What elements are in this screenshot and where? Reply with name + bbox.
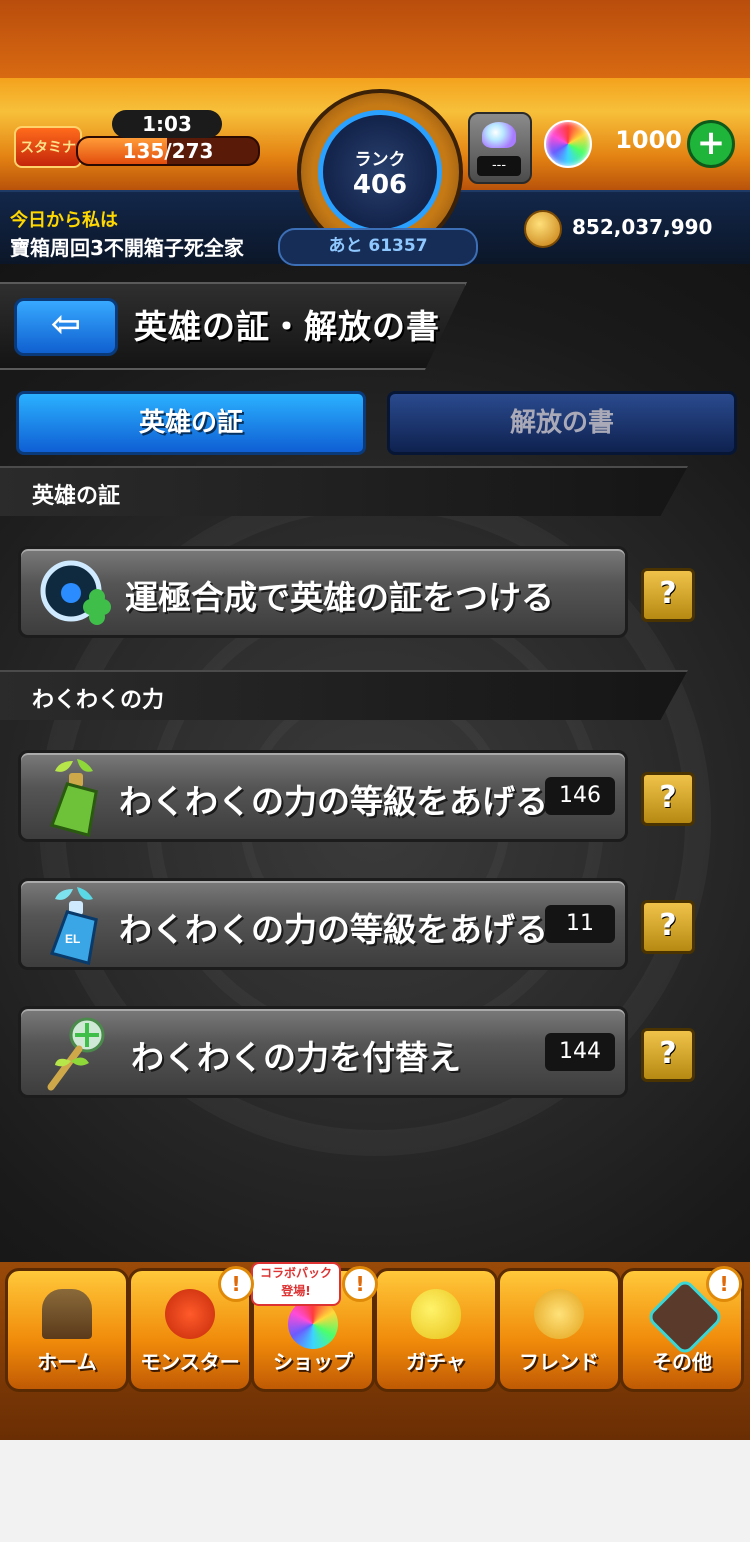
item-count: 146	[545, 777, 615, 815]
gacha-egg-icon	[411, 1289, 461, 1339]
back-button[interactable]: ⇦	[14, 298, 118, 356]
sprout-wand-icon	[47, 1017, 105, 1091]
menu-label: 運極合成で英雄の証をつける	[125, 578, 554, 617]
stamina-icon: スタミナ	[14, 126, 82, 168]
menu-label: わくわくの力を付替え	[131, 1038, 461, 1077]
collab-badge-line1: コラボパック	[259, 1266, 332, 1280]
page-title: 英雄の証・解放の書	[134, 307, 440, 346]
help-button[interactable]: ?	[641, 1028, 695, 1082]
nickname-prefix: 今日から私は	[10, 210, 118, 231]
collab-pack-badge: コラボパック 登場!	[251, 1262, 341, 1306]
next-rank-exp: あと 61357	[278, 228, 478, 266]
el-blue-bottle-icon: EL	[49, 887, 98, 965]
badge-slot-value: ---	[477, 156, 521, 176]
menu-raise-waku-grade-el[interactable]: EL わくわくの力の等級をあげる 11	[18, 878, 628, 970]
green-bottle-icon	[49, 759, 98, 837]
status-header: スタミナ 135/273 1:03 ランク 406 あと 61357 --- 1…	[0, 0, 750, 266]
nav-home[interactable]: ホーム	[5, 1268, 129, 1392]
add-orb-button[interactable]: +	[687, 120, 735, 168]
nav-label: ホーム	[37, 1350, 97, 1374]
rank-dial: ランク 406	[318, 110, 442, 234]
menu-attach-hero-proof[interactable]: 運極合成で英雄の証をつける	[18, 546, 628, 638]
nav-label: モンスター	[140, 1350, 240, 1374]
header-top-strip	[0, 0, 750, 78]
tab-release-book[interactable]: 解放の書	[387, 391, 737, 455]
rank-value: 406	[352, 169, 408, 200]
collab-badge-line2: 登場!	[281, 1284, 311, 1298]
notice-icon: !	[218, 1266, 254, 1302]
rank-label: ランク	[354, 149, 406, 170]
badge-gem-slot[interactable]: ---	[468, 112, 532, 184]
tab-hero-proof[interactable]: 英雄の証	[16, 391, 366, 455]
section-title: 英雄の証	[32, 484, 121, 509]
stamina-value: 135/273	[122, 139, 214, 163]
hero-proof-clover-icon	[40, 560, 111, 625]
nav-gacha[interactable]: ガチャ	[374, 1268, 498, 1392]
help-button[interactable]: ?	[641, 772, 695, 826]
menu-raise-waku-grade-green[interactable]: わくわくの力の等級をあげる 146	[18, 750, 628, 842]
help-button[interactable]: ?	[641, 900, 695, 954]
rainbow-orb-icon	[288, 1299, 338, 1349]
monster-icon	[165, 1289, 215, 1339]
stamina-bar: 135/273	[76, 136, 260, 166]
section-title: わくわくの力	[32, 688, 165, 713]
stamina-timer: 1:03	[112, 110, 222, 138]
item-count: 11	[545, 905, 615, 943]
svg-text:EL: EL	[65, 932, 80, 946]
game-screen: スタミナ 135/273 1:03 ランク 406 あと 61357 --- 1…	[0, 0, 750, 1440]
menu-swap-waku-power[interactable]: わくわくの力を付替え 144	[18, 1006, 628, 1098]
nav-friend[interactable]: フレンド	[497, 1268, 621, 1392]
orb-count: 1000	[615, 126, 682, 154]
player-nickname: 寶箱周回3不開箱子死全家	[10, 236, 244, 260]
coin-count: 852,037,990	[572, 215, 713, 239]
nav-label: フレンド	[519, 1350, 599, 1374]
gem-icon	[482, 122, 516, 148]
item-count: 144	[545, 1033, 615, 1071]
menu-label: わくわくの力の等級をあげる	[119, 782, 548, 821]
help-button[interactable]: ?	[641, 568, 695, 622]
nav-label: ショップ	[273, 1350, 353, 1374]
orb-icon	[544, 120, 592, 168]
friend-icon	[534, 1289, 584, 1339]
coin-icon	[524, 210, 562, 248]
notice-icon: !	[706, 1266, 742, 1302]
nav-label: ガチャ	[406, 1350, 466, 1374]
notice-icon: !	[342, 1266, 378, 1302]
nav-label: その他	[652, 1350, 712, 1374]
menu-label: わくわくの力の等級をあげる	[119, 910, 548, 949]
home-gate-icon	[42, 1289, 92, 1339]
